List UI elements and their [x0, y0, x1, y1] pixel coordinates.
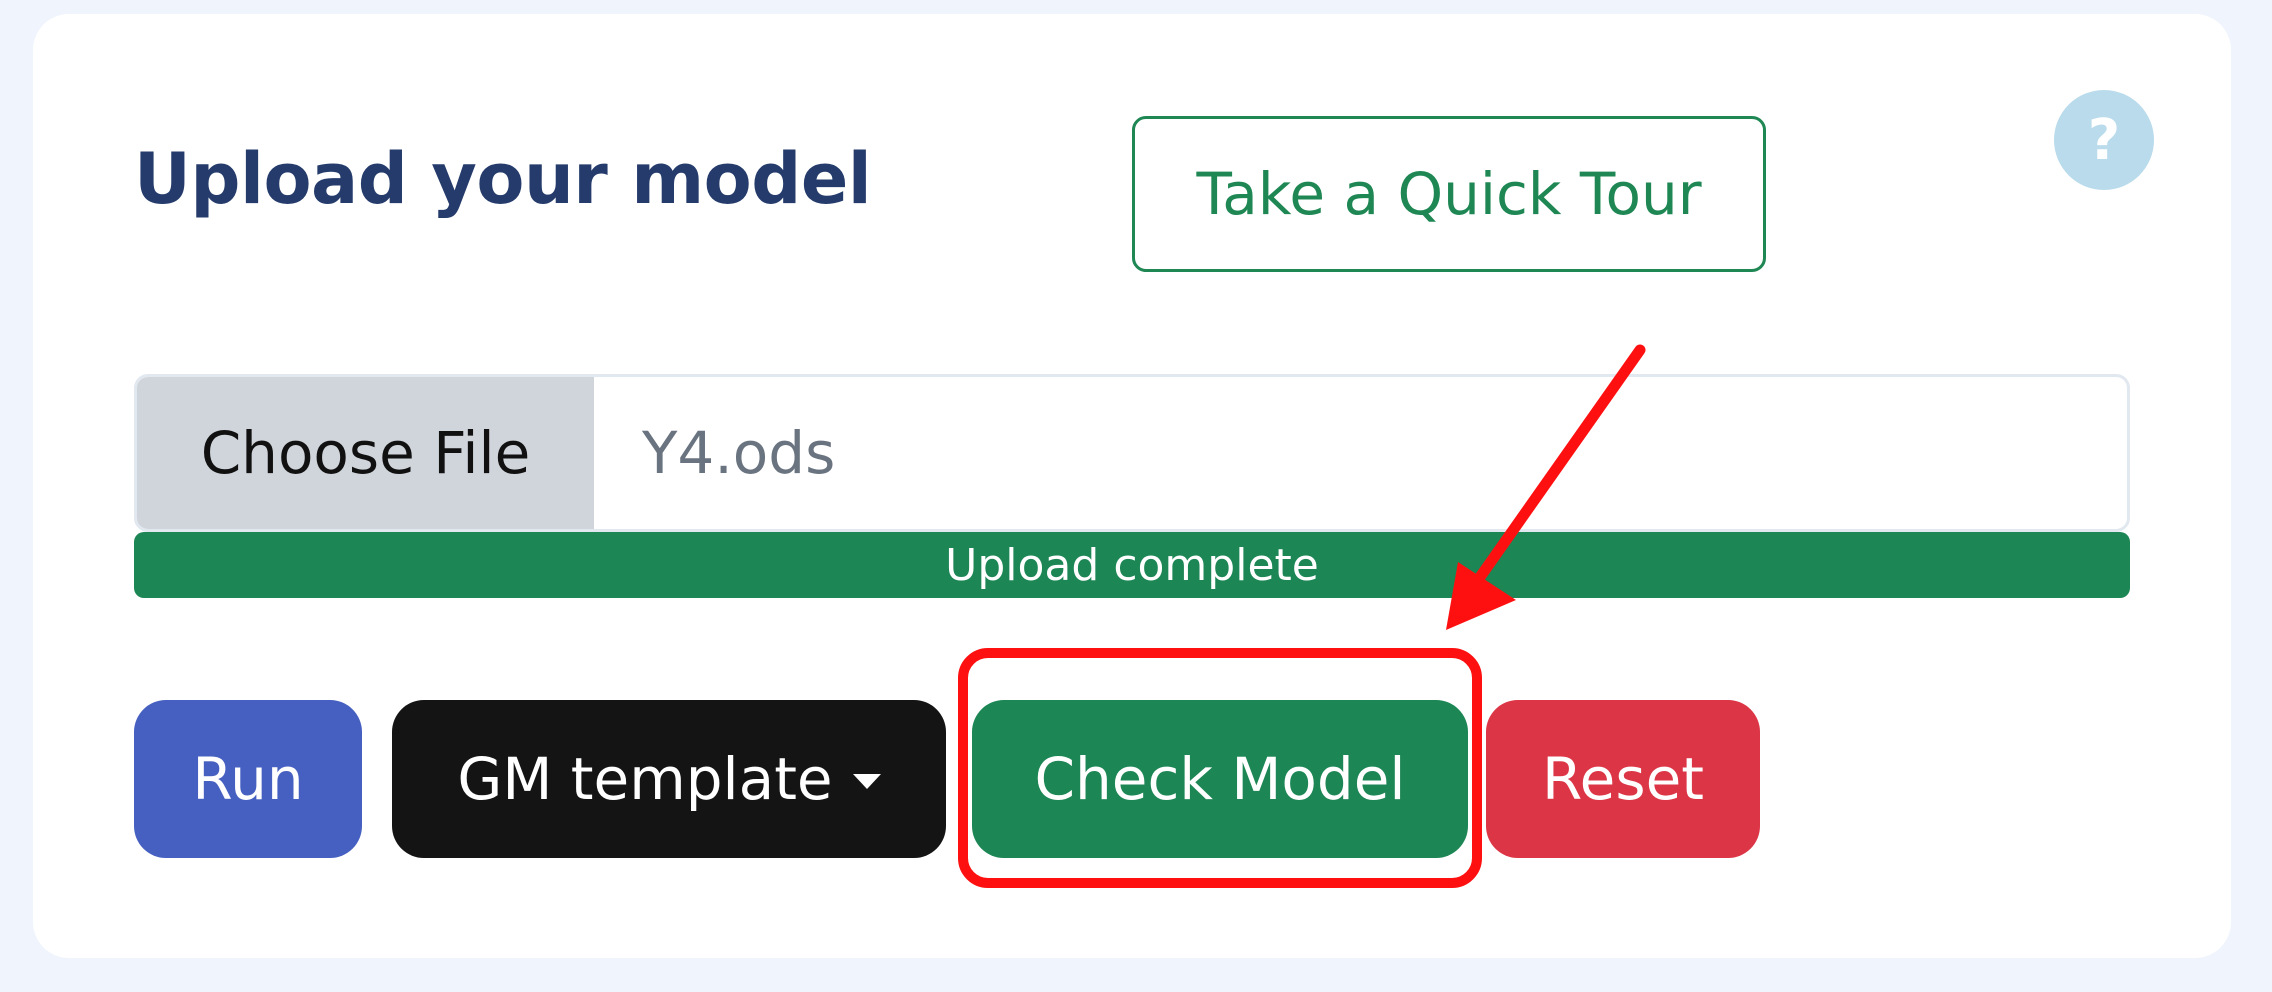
page-title: Upload your model	[134, 138, 872, 220]
selected-file-name: Y4.ods	[642, 419, 836, 487]
upload-progress-fill: Upload complete	[134, 532, 2130, 598]
file-input[interactable]: Choose File Y4.ods	[134, 374, 2130, 532]
run-button-label: Run	[192, 745, 304, 813]
check-model-label: Check Model	[1034, 745, 1406, 813]
help-icon[interactable]: ?	[2054, 90, 2154, 190]
upload-progress-bar: Upload complete	[134, 532, 2130, 598]
run-button[interactable]: Run	[134, 700, 362, 858]
reset-button-label: Reset	[1541, 745, 1705, 813]
gm-template-label: GM template	[457, 745, 833, 813]
reset-button[interactable]: Reset	[1486, 700, 1760, 858]
check-model-button[interactable]: Check Model	[972, 700, 1468, 858]
choose-file-button[interactable]: Choose File	[137, 377, 594, 529]
quick-tour-button[interactable]: Take a Quick Tour	[1132, 116, 1766, 272]
caret-down-icon	[852, 773, 881, 789]
gm-template-dropdown[interactable]: GM template	[392, 700, 946, 858]
